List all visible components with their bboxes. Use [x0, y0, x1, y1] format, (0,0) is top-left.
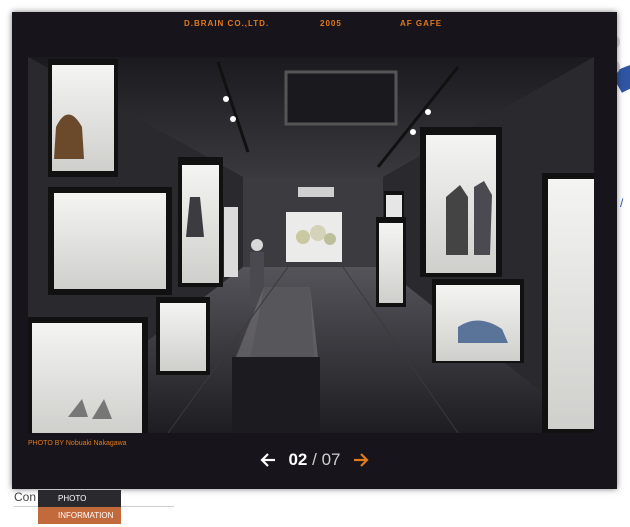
project-year: 2005	[320, 19, 342, 28]
project-name: AF GAFE	[400, 19, 443, 28]
store-interior-image	[28, 57, 594, 433]
next-photo-button[interactable]	[351, 450, 371, 470]
arrow-left-icon	[260, 453, 276, 467]
gallery-photo	[28, 57, 594, 433]
current-photo-number: 02	[288, 450, 308, 469]
previous-photo-button[interactable]	[258, 450, 278, 470]
total-photo-count: 07	[321, 450, 341, 469]
lightbox-header: D.BRAIN CO.,LTD. 2005 AF GAFE	[12, 12, 617, 34]
photo-pager: 02 / 07	[12, 450, 617, 474]
company-name: D.BRAIN CO.,LTD.	[184, 19, 270, 28]
section-menu: PHOTO INFORMATION	[38, 490, 121, 524]
arrow-right-icon	[353, 453, 369, 467]
photo-lightbox: D.BRAIN CO.,LTD. 2005 AF GAFE PHOTO BY N…	[12, 12, 617, 489]
background-mark: /	[620, 196, 624, 210]
photo-credit: PHOTO BY Nobuaki Nakagawa	[28, 440, 127, 447]
pager-separator: /	[312, 450, 317, 469]
menu-item-photo[interactable]: PHOTO	[38, 490, 121, 507]
menu-item-information[interactable]: INFORMATION	[38, 507, 121, 524]
